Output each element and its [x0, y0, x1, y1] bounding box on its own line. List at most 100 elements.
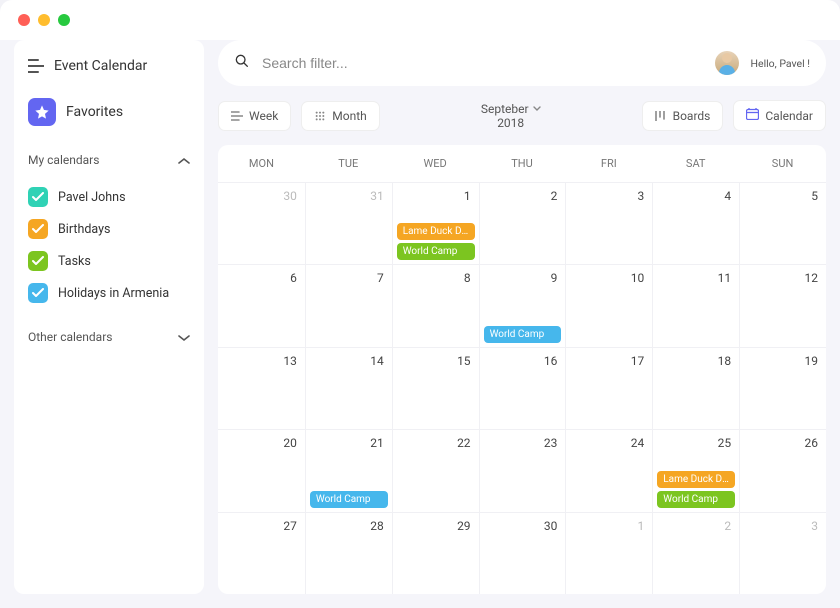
day-number: 8 [401, 271, 471, 285]
view-controls: Week Month Septeber 2018 [218, 100, 826, 131]
day-number: 28 [314, 519, 384, 533]
week-label: Week [249, 109, 278, 123]
day-number: 7 [314, 271, 384, 285]
dow-header: MON [218, 145, 305, 182]
calendar-checkbox-item[interactable]: Holidays in Armenia [28, 277, 190, 309]
sidebar-title: Event Calendar [54, 58, 147, 74]
event-chip[interactable]: Lame Duck Day [397, 223, 475, 240]
day-cell[interactable]: 17 [565, 347, 652, 429]
titlebar [0, 0, 840, 40]
day-cell[interactable]: 3 [565, 182, 652, 264]
month-label: Month [332, 109, 366, 123]
day-number: 21 [314, 436, 384, 450]
day-cell[interactable]: 24 [565, 429, 652, 511]
day-cell[interactable]: 20 [218, 429, 305, 511]
day-cell[interactable]: 11 [652, 264, 739, 346]
day-cell[interactable]: 27 [218, 512, 305, 594]
event-chip[interactable]: Lame Duck Day [657, 471, 735, 488]
day-cell[interactable]: 2 [479, 182, 566, 264]
dow-header: THU [479, 145, 566, 182]
search-icon [234, 53, 250, 73]
day-cell[interactable]: 1 [565, 512, 652, 594]
dow-header: FRI [565, 145, 652, 182]
list-icon [231, 111, 243, 121]
calendar-checkbox-item[interactable]: Birthdays [28, 213, 190, 245]
favorites-button[interactable]: Favorites [28, 98, 190, 126]
day-cell[interactable]: 4 [652, 182, 739, 264]
day-number: 5 [748, 189, 818, 203]
period-month: Septeber [481, 102, 529, 116]
main-panel: Hello, Pavel ! Week Month Septeber [218, 40, 826, 594]
day-number: 6 [226, 271, 297, 285]
day-cell[interactable]: 9World Camp [479, 264, 566, 346]
day-number: 15 [401, 354, 471, 368]
day-cell[interactable]: 3 [739, 512, 826, 594]
day-number: 19 [748, 354, 818, 368]
day-cell[interactable]: 25 Lame Duck Day World Camp [652, 429, 739, 511]
day-number: 12 [748, 271, 818, 285]
day-number: 29 [401, 519, 471, 533]
event-chip[interactable]: World Camp [310, 491, 388, 508]
day-cell[interactable]: 6 [218, 264, 305, 346]
window-max-dot[interactable] [58, 14, 70, 26]
app-window: Event Calendar Favorites My calendars Pa… [0, 0, 840, 608]
month-toggle[interactable]: Month [301, 101, 379, 131]
day-cell[interactable]: 5 [739, 182, 826, 264]
day-cell[interactable]: 7 [305, 264, 392, 346]
day-cell[interactable]: 12 [739, 264, 826, 346]
day-number: 17 [574, 354, 644, 368]
window-min-dot[interactable] [38, 14, 50, 26]
week-toggle[interactable]: Week [218, 101, 291, 131]
section-label: Other calendars [28, 330, 112, 344]
day-cell[interactable]: 22 [392, 429, 479, 511]
sidebar: Event Calendar Favorites My calendars Pa… [14, 40, 204, 594]
other-calendars-section[interactable]: Other calendars [28, 327, 190, 346]
sidebar-header: Event Calendar [28, 58, 190, 74]
greeting-text: Hello, Pavel ! [751, 57, 810, 70]
check-icon [28, 251, 48, 271]
day-cells: 30311Lame Duck DayWorld Camp23456789Worl… [218, 182, 826, 594]
day-cell[interactable]: 26 [739, 429, 826, 511]
content-area: Event Calendar Favorites My calendars Pa… [0, 40, 840, 608]
day-cell[interactable]: 8 [392, 264, 479, 346]
day-number: 4 [661, 189, 731, 203]
day-cell[interactable]: 30 [218, 182, 305, 264]
day-cell[interactable]: 28 [305, 512, 392, 594]
boards-toggle[interactable]: Boards [642, 101, 724, 131]
menu-icon[interactable] [28, 59, 44, 73]
day-number: 30 [488, 519, 558, 533]
period-picker[interactable]: Septeber 2018 [481, 102, 541, 130]
day-cell[interactable]: 21 World Camp [305, 429, 392, 511]
event-chip[interactable]: World Camp [484, 326, 562, 343]
day-cell[interactable]: 18 [652, 347, 739, 429]
calendar-checkbox-item[interactable]: Pavel Johns [28, 181, 190, 213]
window-close-dot[interactable] [18, 14, 30, 26]
day-cell[interactable]: 14 [305, 347, 392, 429]
day-cell[interactable]: 10 [565, 264, 652, 346]
calendar-list: Pavel JohnsBirthdaysTasksHolidays in Arm… [28, 181, 190, 309]
day-cell[interactable]: 15 [392, 347, 479, 429]
event-chip[interactable]: World Camp [397, 243, 475, 260]
day-cell[interactable]: 16 [479, 347, 566, 429]
avatar[interactable] [715, 51, 739, 75]
day-cell[interactable]: 19 [739, 347, 826, 429]
search-input[interactable] [262, 55, 703, 71]
day-number: 25 [661, 436, 731, 450]
day-cell[interactable]: 30 [479, 512, 566, 594]
day-number: 14 [314, 354, 384, 368]
day-cell[interactable]: 29 [392, 512, 479, 594]
day-cell[interactable]: 23 [479, 429, 566, 511]
day-number: 11 [661, 271, 731, 285]
my-calendars-section[interactable]: My calendars [28, 150, 190, 169]
day-number: 23 [488, 436, 558, 450]
day-cell[interactable]: 1Lame Duck DayWorld Camp [392, 182, 479, 264]
day-number: 13 [226, 354, 297, 368]
day-cell[interactable]: 31 [305, 182, 392, 264]
event-chip[interactable]: World Camp [657, 491, 735, 508]
calendar-toggle[interactable]: Calendar [733, 100, 826, 131]
day-cell[interactable]: 13 [218, 347, 305, 429]
check-icon [28, 187, 48, 207]
day-cell[interactable]: 2 [652, 512, 739, 594]
calendar-checkbox-item[interactable]: Tasks [28, 245, 190, 277]
day-number: 3 [574, 189, 644, 203]
